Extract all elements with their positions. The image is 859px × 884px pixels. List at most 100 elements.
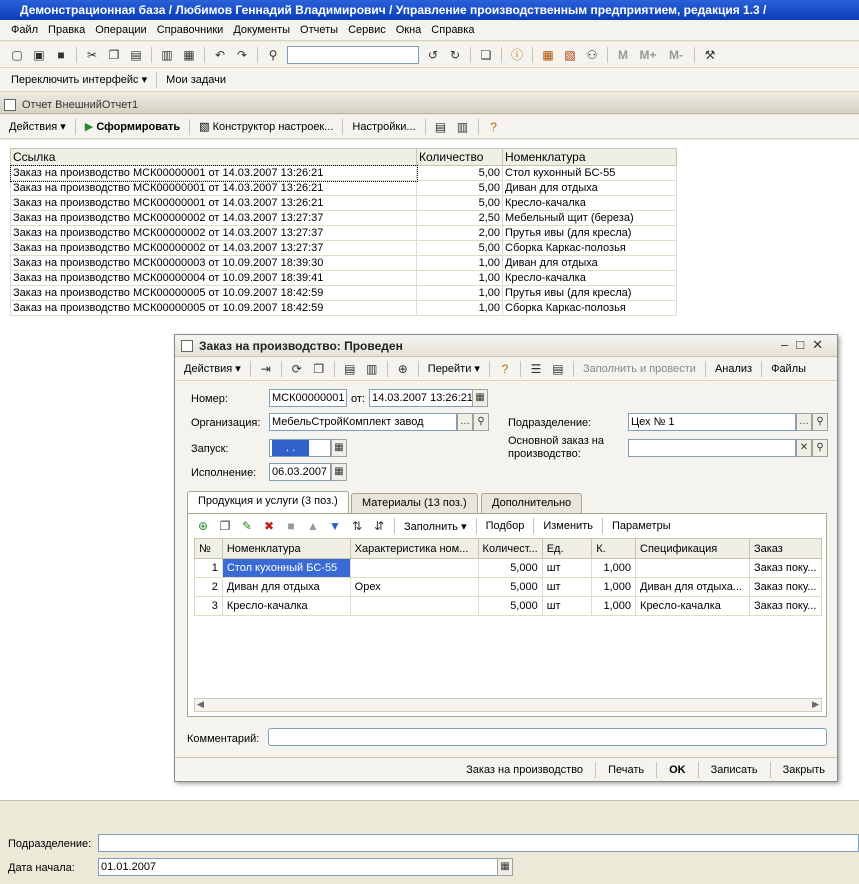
info-icon[interactable]: ⓘ	[509, 47, 525, 63]
grid-scrollbar[interactable]: ◀ ▶	[194, 698, 822, 712]
row-link[interactable]: Заказ на производство МСК00000002 от 14.…	[10, 240, 417, 256]
row-nomenclature[interactable]: Диван для отдыха	[502, 255, 677, 271]
files-button[interactable]: Файлы	[771, 363, 806, 375]
tab-additional[interactable]: Дополнительно	[481, 493, 583, 513]
cell-characteristic[interactable]	[349, 596, 479, 616]
menu-windows[interactable]: Окна	[396, 24, 422, 36]
print-button[interactable]: Печать	[608, 764, 644, 776]
print-icon[interactable]: ▥	[159, 47, 175, 63]
cell-coef[interactable]: 1,000	[591, 596, 637, 616]
unpost-icon[interactable]: ▥	[364, 361, 380, 377]
tools-icon[interactable]: ⚒	[702, 47, 718, 63]
report-row[interactable]: Заказ на производство МСК00000002 от 14.…	[10, 210, 677, 226]
row-link[interactable]: Заказ на производство МСК00000004 от 10.…	[10, 270, 417, 286]
order-print-button[interactable]: Заказ на производство	[466, 764, 583, 776]
save-settings-icon[interactable]: ▤	[433, 119, 449, 135]
report-row[interactable]: Заказ на производство МСК00000005 от 10.…	[10, 285, 677, 301]
preview-icon[interactable]: ▦	[181, 47, 197, 63]
col-coef[interactable]: К.	[591, 538, 637, 559]
main-order-clear-icon[interactable]: ✕	[796, 439, 812, 457]
memory-minus-icon[interactable]: M-	[665, 47, 687, 63]
save-button[interactable]: Записать	[711, 764, 758, 776]
cell-specification[interactable]: Кресло-качалка	[635, 596, 750, 616]
end-edit-icon[interactable]: ■	[283, 518, 299, 534]
dialog-help-icon[interactable]: ?	[497, 361, 513, 377]
based-on-icon[interactable]: ⊕	[395, 361, 411, 377]
cell-characteristic[interactable]	[349, 558, 479, 578]
subdivision-dlg-field[interactable]: Цех № 1	[628, 413, 796, 431]
cell-quantity[interactable]: 5,000	[477, 577, 543, 597]
execution-field[interactable]: 06.03.2007	[269, 463, 331, 481]
sort-desc-icon[interactable]: ⇵	[371, 518, 387, 534]
subdivision-open-icon[interactable]: ⚲	[812, 413, 828, 431]
move-up-icon[interactable]: ▲	[305, 518, 321, 534]
find-next-icon[interactable]: ↻	[447, 47, 463, 63]
cell-no[interactable]: 2	[194, 577, 223, 597]
row-nomenclature[interactable]: Диван для отдыха	[502, 180, 677, 196]
cell-nomenclature[interactable]: Диван для отдыха	[221, 577, 351, 597]
save-icon[interactable]: ■	[53, 47, 69, 63]
scroll-right-icon[interactable]: ▶	[812, 699, 819, 710]
row-quantity[interactable]: 5,00	[416, 165, 503, 181]
minimize-icon[interactable]: –	[781, 337, 796, 352]
grid-row[interactable]: 3 Кресло-качалка 5,000 шт 1,000 Кресло-качалк…	[194, 596, 823, 616]
cell-no[interactable]: 3	[194, 596, 223, 616]
parameters-button[interactable]: Параметры	[612, 520, 671, 532]
windows-icon[interactable]: ❏	[478, 47, 494, 63]
cell-nomenclature[interactable]: Кресло-качалка	[221, 596, 351, 616]
menu-operations[interactable]: Операции	[95, 24, 146, 36]
cell-quantity[interactable]: 5,000	[477, 596, 543, 616]
row-link[interactable]: Заказ на производство МСК00000005 от 10.…	[10, 285, 417, 301]
main-order-open-icon[interactable]: ⚲	[812, 439, 828, 457]
settings-constructor-button[interactable]: ▧ Конструктор настроек...	[199, 120, 333, 133]
search-icon[interactable]: ⚲	[265, 47, 281, 63]
report-row[interactable]: Заказ на производство МСК00000002 от 14.…	[10, 225, 677, 241]
row-nomenclature[interactable]: Сборка Каркас-полозья	[502, 240, 677, 256]
row-quantity[interactable]: 5,00	[416, 180, 503, 196]
menu-catalogs[interactable]: Справочники	[157, 24, 224, 36]
change-button[interactable]: Изменить	[543, 520, 593, 532]
comment-field[interactable]	[268, 728, 827, 746]
settings-button[interactable]: Настройки...	[352, 121, 415, 133]
copy-doc-icon[interactable]: ❐	[311, 361, 327, 377]
dialog-actions-button[interactable]: Действия ▾	[184, 362, 241, 375]
cell-order[interactable]: Заказ поку...	[748, 577, 823, 597]
execution-calendar-icon[interactable]: ▦	[331, 463, 347, 481]
copy-row-icon[interactable]: ❐	[217, 518, 233, 534]
row-nomenclature[interactable]: Прутья ивы (для кресла)	[502, 225, 677, 241]
report-scrollbar[interactable]	[0, 800, 859, 808]
col-nomenclature[interactable]: Номенклатура	[221, 538, 351, 559]
report-row[interactable]: Заказ на производство МСК00000001 от 14.…	[10, 180, 677, 196]
cell-order[interactable]: Заказ поку...	[748, 596, 823, 616]
calculator-icon[interactable]: ▦	[540, 47, 556, 63]
cell-unit[interactable]: шт	[541, 577, 593, 597]
row-quantity[interactable]: 1,00	[416, 270, 503, 286]
row-nomenclature[interactable]: Стол кухонный БС-55	[502, 165, 677, 181]
row-link[interactable]: Заказ на производство МСК00000002 от 14.…	[10, 225, 417, 241]
open-icon[interactable]: ▣	[31, 47, 47, 63]
report-actions-button[interactable]: Действия ▾	[9, 120, 66, 133]
grid-row[interactable]: 1 Стол кухонный БС-55 5,000 шт 1,000 Заказ по…	[194, 558, 823, 578]
row-nomenclature[interactable]: Сборка Каркас-полозья	[502, 300, 677, 316]
row-quantity[interactable]: 1,00	[416, 300, 503, 316]
organization-select-button[interactable]: …	[457, 413, 473, 431]
cell-specification[interactable]	[635, 558, 750, 578]
scroll-left-icon[interactable]: ◀	[197, 699, 204, 710]
col-unit[interactable]: Ед.	[541, 538, 593, 559]
col-specification[interactable]: Спецификация	[635, 538, 750, 559]
calendar-icon[interactable]: ▧	[562, 47, 578, 63]
menu-service[interactable]: Сервис	[348, 24, 386, 36]
start-date-calendar-icon[interactable]: ▦	[497, 858, 513, 876]
row-link[interactable]: Заказ на производство МСК00000003 от 10.…	[10, 255, 417, 271]
find-prev-icon[interactable]: ↺	[425, 47, 441, 63]
undo-icon[interactable]: ↶	[212, 47, 228, 63]
organization-field[interactable]: МебельСтройКомплект завод	[269, 413, 457, 431]
cell-order[interactable]: Заказ поку...	[748, 558, 823, 578]
menu-file[interactable]: Файл	[11, 24, 38, 36]
select-button[interactable]: Подбор	[486, 520, 525, 532]
row-nomenclature[interactable]: Кресло-качалка	[502, 195, 677, 211]
menu-help[interactable]: Справка	[431, 24, 474, 36]
cell-coef[interactable]: 1,000	[591, 577, 637, 597]
cut-icon[interactable]: ✂	[84, 47, 100, 63]
menu-documents[interactable]: Документы	[233, 24, 290, 36]
